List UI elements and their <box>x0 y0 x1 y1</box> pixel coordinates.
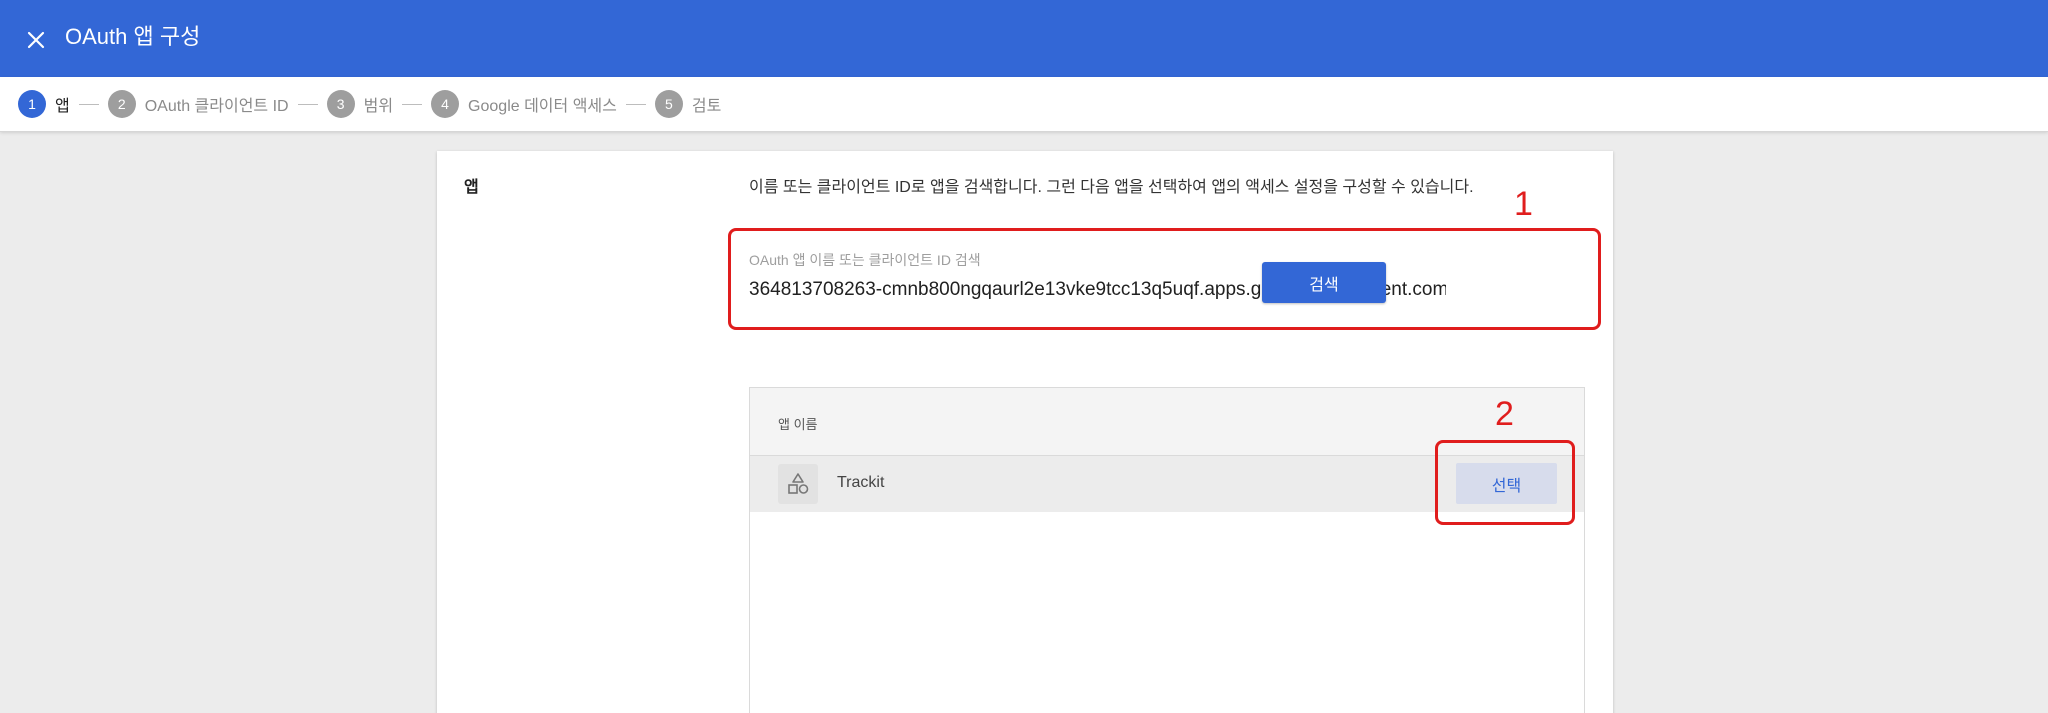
step-label: 검토 <box>691 98 722 115</box>
step-label: 범위 <box>363 98 394 115</box>
step-label: 앱 <box>55 98 70 115</box>
step-number: 2 <box>107 90 136 118</box>
step-review[interactable]: 5 검토 <box>654 90 722 118</box>
close-icon <box>27 31 45 49</box>
step-scope[interactable]: 3 범위 <box>326 90 394 118</box>
step-label: Google 데이터 액세스 <box>468 98 617 115</box>
annotation-number: 1 <box>1514 185 1533 223</box>
step-separator <box>625 103 646 105</box>
annotation-number: 2 <box>1495 395 1514 433</box>
step-number: 5 <box>654 90 683 118</box>
stepper: 1 앱 2 OAuth 클라이언트 ID 3 범위 4 Google 데이터 액… <box>0 77 2048 132</box>
app-icon <box>778 464 818 504</box>
step-oauth-client-id[interactable]: 2 OAuth 클라이언트 ID <box>107 90 289 118</box>
step-label: OAuth 클라이언트 ID <box>144 98 289 115</box>
annotation-highlight-select <box>1435 440 1575 525</box>
step-separator <box>402 103 423 105</box>
top-app-bar: OAuth 앱 구성 <box>0 0 2048 77</box>
app-config-card: 앱 이름 또는 클라이언트 ID로 앱을 검색합니다. 그런 다음 앱을 선택하… <box>437 151 1613 713</box>
section-label: 앱 <box>464 179 479 196</box>
annotation-highlight-search <box>728 228 1601 330</box>
section-description: 이름 또는 클라이언트 ID로 앱을 검색합니다. 그런 다음 앱을 선택하여 … <box>749 179 1474 196</box>
step-number: 1 <box>18 90 46 118</box>
step-separator <box>297 103 318 105</box>
step-google-data-access[interactable]: 4 Google 데이터 액세스 <box>431 90 617 118</box>
column-header-app-name: 앱 이름 <box>778 417 818 432</box>
step-number: 3 <box>326 90 355 118</box>
close-button[interactable] <box>16 20 56 60</box>
step-separator <box>78 103 99 105</box>
step-number: 4 <box>431 90 460 118</box>
step-app[interactable]: 1 앱 <box>18 90 70 118</box>
results-table: 앱 이름 Trackit 선택 <box>749 387 1585 713</box>
shapes-icon <box>788 473 809 494</box>
page-title: OAuth 앱 구성 <box>65 24 201 49</box>
app-name: Trackit <box>837 474 885 491</box>
